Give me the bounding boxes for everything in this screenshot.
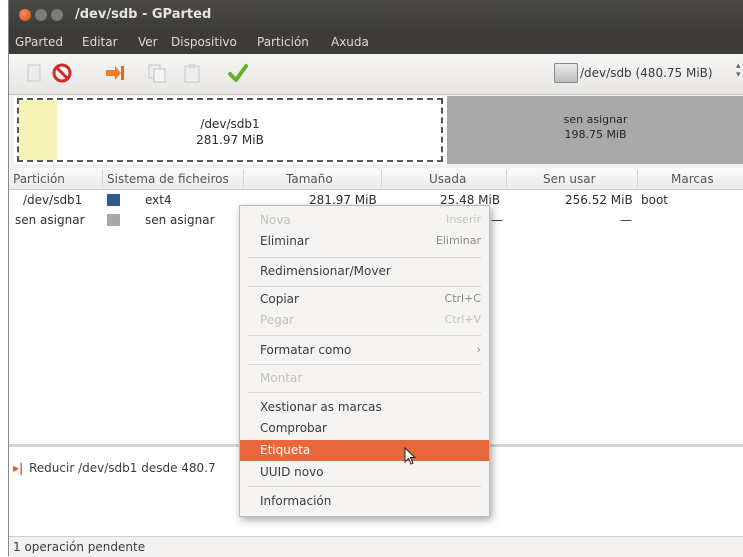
row-unused: 256.52 MiB: [565, 193, 633, 207]
apply-icon: [228, 64, 248, 82]
paste-icon: [184, 64, 200, 83]
partition-context-menu: Nova Inserir Eliminar Eliminar Redimensi…: [239, 205, 490, 517]
partition-name: /dev/sdb1: [200, 117, 260, 131]
window-title: /dev/sdb - GParted: [75, 7, 212, 22]
disk-graphic: /dev/sdb1 281.97 MiB sen asignar 198.75 …: [14, 96, 743, 164]
menu-gparted[interactable]: GParted: [15, 35, 63, 49]
menu-item-shortcut: Ctrl+V: [444, 313, 481, 326]
copy-button[interactable]: [146, 62, 168, 84]
row-filesystem: ext4: [145, 193, 172, 207]
chevron-updown-icon: ▴ ▾: [736, 61, 741, 80]
delete-icon: [52, 63, 72, 83]
paste-button[interactable]: [181, 62, 203, 84]
row-unused: —: [620, 213, 632, 227]
menu-item-copy[interactable]: Copiar Ctrl+C: [240, 289, 489, 310]
menu-partition[interactable]: Partición: [257, 35, 309, 49]
menu-item-label: Montar: [260, 371, 303, 385]
menu-item-new[interactable]: Nova Inserir: [240, 210, 489, 231]
menu-device[interactable]: Dispositivo: [171, 35, 237, 49]
menu-item-delete[interactable]: Eliminar Eliminar: [240, 231, 489, 252]
menu-item-mount[interactable]: Montar: [240, 368, 489, 389]
menu-item-shortcut: Ctrl+C: [444, 292, 481, 305]
menu-item-label: Comprobar: [260, 421, 327, 435]
toolbar: /dev/sdb (480.75 MiB) ▴ ▾: [9, 54, 743, 95]
resize-move-icon: ▸|: [13, 461, 24, 475]
menu-item-label: Eliminar: [260, 234, 310, 248]
menu-separator: [248, 335, 481, 336]
menu-bar: GParted Editar Ver Dispositivo Partición…: [9, 30, 743, 54]
submenu-arrow-icon: ›: [476, 343, 481, 356]
delete-partition-button[interactable]: [51, 62, 73, 84]
resize-move-icon: [106, 66, 124, 80]
column-filesystem[interactable]: Sistema de ficheiros: [107, 172, 229, 186]
menu-item-manage-flags[interactable]: Xestionar as marcas: [240, 397, 489, 418]
menu-item-label: Nova: [260, 213, 291, 227]
menu-item-format-as[interactable]: Formatar como ›: [240, 340, 489, 361]
table-header: Partición Sistema de ficheiros Tamaño Us…: [9, 168, 743, 190]
column-unused[interactable]: Sen usar: [543, 172, 596, 186]
status-text: 1 operación pendente: [13, 540, 146, 554]
close-window-button[interactable]: [19, 9, 31, 21]
row-partition: /dev/sdb1: [23, 193, 83, 207]
menu-item-information[interactable]: Información: [240, 491, 489, 512]
mouse-pointer-icon: [404, 446, 418, 470]
menu-item-label: Etiqueta: [260, 443, 311, 457]
menu-item-resize-move[interactable]: Redimensionar/Mover: [240, 261, 489, 282]
resize-move-button[interactable]: [104, 62, 126, 84]
copy-icon: [148, 64, 166, 83]
menu-item-shortcut: Eliminar: [435, 234, 481, 247]
row-filesystem: sen asignar: [145, 213, 215, 227]
menu-separator: [248, 392, 481, 393]
device-label: /dev/sdb (480.75 MiB): [580, 66, 713, 80]
menu-separator: [248, 257, 481, 258]
menu-item-label: Xestionar as marcas: [260, 400, 382, 414]
row-flags: boot: [641, 193, 669, 207]
disk-partition-sdb1[interactable]: /dev/sdb1 281.97 MiB: [17, 98, 443, 162]
unallocated-size: 198.75 MiB: [564, 128, 627, 141]
menu-item-paste[interactable]: Pegar Ctrl+V: [240, 310, 489, 331]
device-selector[interactable]: /dev/sdb (480.75 MiB) ▴ ▾: [554, 59, 743, 87]
menu-item-label: Redimensionar/Mover: [260, 264, 391, 278]
minimize-window-button[interactable]: [35, 9, 47, 21]
menu-separator: [248, 364, 481, 365]
status-bar: 1 operación pendente: [9, 536, 743, 557]
maximize-window-button[interactable]: [51, 9, 63, 21]
menu-view[interactable]: Ver: [138, 35, 158, 49]
menu-item-label: Pegar: [260, 313, 295, 327]
column-used[interactable]: Usada: [429, 172, 466, 186]
title-bar: /dev/sdb - GParted: [9, 0, 743, 30]
menu-edit[interactable]: Editar: [82, 35, 118, 49]
new-partition-button[interactable]: [23, 62, 45, 84]
menu-separator: [248, 486, 481, 487]
new-icon: [27, 64, 41, 82]
pending-operation-item[interactable]: Reducir /dev/sdb1 desde 480.7: [29, 461, 216, 475]
menu-separator: [248, 286, 481, 287]
menu-item-new-uuid[interactable]: UUID novo: [240, 462, 489, 483]
partition-size: 281.97 MiB: [196, 133, 264, 147]
disk-unallocated[interactable]: sen asignar 198.75 MiB: [447, 96, 743, 164]
menu-item-label: Formatar como: [260, 343, 352, 357]
unallocated-name: sen asignar: [563, 113, 628, 126]
row-used: —: [491, 213, 503, 227]
filesystem-color-swatch: [107, 194, 120, 206]
gparted-window: /dev/sdb - GParted GParted Editar Ver Di…: [8, 0, 743, 557]
column-partition[interactable]: Partición: [13, 172, 65, 186]
row-partition: sen asignar: [15, 213, 85, 227]
menu-item-label: Información: [260, 494, 332, 508]
menu-item-check[interactable]: Comprobar: [240, 418, 489, 439]
filesystem-color-swatch: [107, 214, 120, 226]
menu-item-label: UUID novo: [260, 465, 324, 479]
menu-item-label-partition[interactable]: Etiqueta: [240, 440, 489, 461]
menu-item-label: Copiar: [260, 292, 299, 306]
apply-button[interactable]: [227, 62, 249, 84]
menu-item-shortcut: Inserir: [446, 213, 481, 226]
column-size[interactable]: Tamaño: [286, 172, 333, 186]
column-flags[interactable]: Marcas: [671, 172, 714, 186]
menu-help[interactable]: Axuda: [331, 35, 369, 49]
disk-icon: [554, 63, 578, 83]
